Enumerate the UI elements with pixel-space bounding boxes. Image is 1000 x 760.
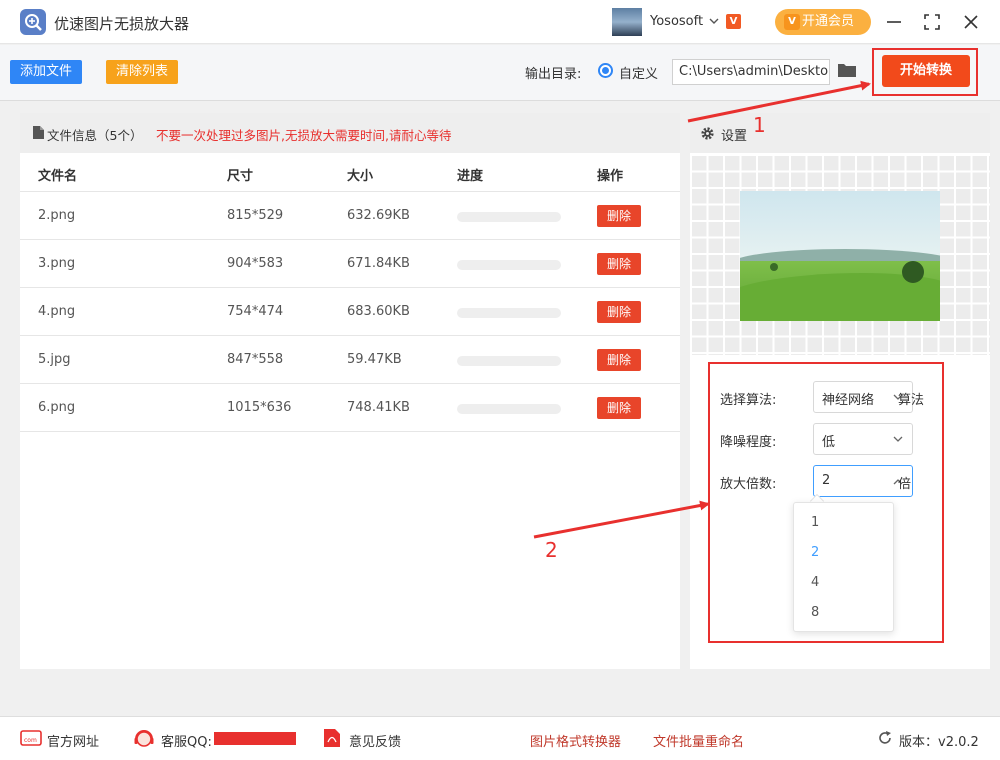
delete-button[interactable]: 删除: [597, 301, 641, 323]
annotation-number-1: 1: [753, 113, 766, 137]
file-info-label: 文件信息（5个）: [47, 128, 143, 143]
delete-button[interactable]: 删除: [597, 397, 641, 419]
folder-icon[interactable]: [837, 62, 857, 78]
progress-bar: [457, 356, 561, 366]
add-files-button[interactable]: 添加文件: [10, 60, 82, 84]
file-size: 671.84KB: [347, 256, 410, 271]
refresh-icon[interactable]: [877, 730, 893, 746]
file-name: 6.png: [38, 400, 76, 415]
scale-value: 2: [822, 473, 831, 488]
delete-button[interactable]: 删除: [597, 205, 641, 227]
table-row[interactable]: 4.png 754*474 683.60KB 删除: [20, 287, 680, 335]
maximize-icon[interactable]: [920, 10, 944, 34]
clear-list-button[interactable]: 清除列表: [106, 60, 178, 84]
algorithm-suffix: 算法: [898, 393, 925, 408]
username[interactable]: Yososoft: [650, 14, 703, 29]
file-dimensions: 904*583: [227, 256, 284, 271]
scale-label: 放大倍数:: [720, 477, 777, 492]
scale-option[interactable]: 8: [811, 605, 819, 620]
denoise-value: 低: [822, 435, 836, 450]
feedback-link[interactable]: 意见反馈: [349, 731, 401, 750]
delete-button[interactable]: 删除: [597, 349, 641, 371]
vip-badge: V: [726, 14, 741, 29]
chevron-down-icon[interactable]: [709, 17, 719, 25]
gear-icon: [701, 127, 714, 140]
avatar[interactable]: [612, 8, 642, 36]
version-label: 版本：v2.0.2: [899, 735, 979, 750]
file-dimensions: 815*529: [227, 208, 284, 223]
settings-header: 设置: [690, 113, 990, 153]
file-warning: 不要一次处理过多图片,无损放大需要时间,请耐心等待: [156, 128, 452, 143]
column-header-size: 大小: [347, 169, 374, 184]
algorithm-label: 选择算法:: [720, 393, 777, 408]
scale-option[interactable]: 1: [811, 515, 819, 530]
file-list-panel: 文件信息（5个） 不要一次处理过多图片,无损放大需要时间,请耐心等待 文件名 尺…: [20, 113, 680, 669]
title-bar: 优速图片无损放大器 Yososoft V V 开通会员: [0, 0, 1000, 44]
file-size: 683.60KB: [347, 304, 410, 319]
chevron-down-icon: [893, 436, 903, 442]
scale-dropdown: 1 2 4 8: [793, 502, 894, 632]
progress-bar: [457, 260, 561, 270]
start-button-highlight: [872, 48, 978, 96]
table-row[interactable]: 5.jpg 847*558 59.47KB 删除: [20, 335, 680, 383]
custom-dir-radio[interactable]: [598, 63, 613, 78]
settings-title: 设置: [721, 129, 748, 144]
pdf-icon: [324, 729, 340, 747]
file-info-header: 文件信息（5个） 不要一次处理过多图片,无损放大需要时间,请耐心等待: [20, 113, 680, 153]
file-size: 748.41KB: [347, 400, 410, 415]
scale-option-selected[interactable]: 2: [811, 545, 819, 560]
open-vip-button[interactable]: V 开通会员: [775, 9, 871, 35]
file-name: 3.png: [38, 256, 76, 271]
file-dimensions: 847*558: [227, 352, 284, 367]
file-name: 4.png: [38, 304, 76, 319]
column-header-dimensions: 尺寸: [227, 169, 254, 184]
scale-suffix: 倍: [898, 477, 912, 492]
output-path-input[interactable]: C:\Users\admin\Deskto: [672, 59, 830, 85]
preview-area: [690, 154, 990, 355]
file-dimensions: 1015*636: [227, 400, 292, 415]
official-website-link[interactable]: 官方网址: [47, 731, 99, 750]
batch-rename-link[interactable]: 文件批量重命名: [653, 731, 744, 750]
close-icon[interactable]: [959, 10, 983, 34]
delete-button[interactable]: 删除: [597, 253, 641, 275]
table-divider: [20, 431, 680, 432]
toolbar: 添加文件 清除列表 输出目录: 自定义 C:\Users\admin\Deskt…: [0, 45, 1000, 101]
file-name: 5.jpg: [38, 352, 71, 367]
table-row[interactable]: 6.png 1015*636 748.41KB 删除: [20, 383, 680, 431]
file-size: 632.69KB: [347, 208, 410, 223]
file-name: 2.png: [38, 208, 76, 223]
custom-dir-radio-label[interactable]: 自定义: [619, 63, 658, 82]
annotation-number-2: 2: [545, 538, 558, 562]
table-row[interactable]: 2.png 815*529 632.69KB 删除: [20, 191, 680, 239]
com-icon: com: [20, 730, 42, 746]
qq-number-redacted: [214, 732, 296, 745]
algorithm-value: 神经网络: [822, 393, 875, 408]
app-logo-icon: [20, 9, 46, 35]
column-header-action: 操作: [597, 169, 624, 184]
open-vip-label: 开通会员: [802, 14, 855, 29]
output-dir-label: 输出目录:: [525, 67, 582, 82]
file-dimensions: 754*474: [227, 304, 284, 319]
svg-text:com: com: [24, 737, 37, 744]
minimize-icon[interactable]: [882, 10, 906, 34]
column-header-progress: 进度: [457, 169, 484, 184]
app-title: 优速图片无损放大器: [54, 15, 190, 33]
document-icon: [33, 126, 44, 139]
progress-bar: [457, 308, 561, 318]
headset-icon: [134, 730, 154, 747]
denoise-label: 降噪程度:: [720, 435, 777, 450]
progress-bar: [457, 404, 561, 414]
scale-option[interactable]: 4: [811, 575, 819, 590]
vip-icon: V: [784, 14, 800, 30]
table-row[interactable]: 3.png 904*583 671.84KB 删除: [20, 239, 680, 287]
progress-bar: [457, 212, 561, 222]
denoise-select[interactable]: 低: [813, 423, 913, 455]
preview-image: [740, 191, 940, 321]
footer: com 官方网址 客服QQ: 意见反馈 图片格式转换器 文件批量重命名 版本：v…: [0, 716, 1000, 760]
column-header-name: 文件名: [38, 169, 78, 184]
qq-support-label: 客服QQ:: [161, 735, 212, 750]
file-size: 59.47KB: [347, 352, 402, 367]
format-converter-link[interactable]: 图片格式转换器: [530, 731, 621, 750]
